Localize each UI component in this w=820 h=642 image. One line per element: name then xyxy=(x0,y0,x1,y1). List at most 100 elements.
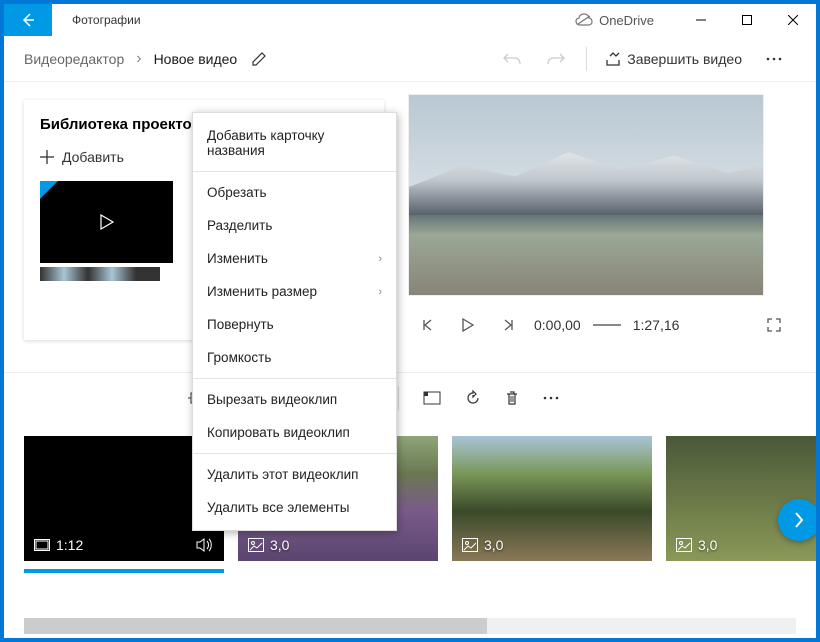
prev-frame-icon xyxy=(421,318,435,332)
menu-trim[interactable]: Обрезать xyxy=(193,176,396,209)
menu-volume[interactable]: Громкость xyxy=(193,341,396,374)
preview-section: 0:00,00 1:27,16 xyxy=(396,82,816,372)
menu-cut-clip[interactable]: Вырезать видеоклип xyxy=(193,383,396,416)
close-button[interactable] xyxy=(770,4,816,36)
time-current: 0:00,00 xyxy=(528,317,587,333)
play-icon xyxy=(100,214,114,230)
redo-icon xyxy=(546,51,566,67)
back-button[interactable] xyxy=(4,4,52,36)
export-icon xyxy=(605,51,621,67)
content-area: Библиотека проектов Добавить xyxy=(4,82,816,638)
chevron-right-icon: › xyxy=(378,286,382,298)
rotate-icon xyxy=(465,390,481,406)
aspect-button[interactable] xyxy=(413,385,451,411)
play-icon xyxy=(462,318,474,332)
menu-delete-all[interactable]: Удалить все элементы xyxy=(193,491,396,524)
next-frame-button[interactable] xyxy=(488,306,528,344)
more-button[interactable] xyxy=(752,39,796,79)
fullscreen-button[interactable] xyxy=(754,306,794,344)
finish-video-button[interactable]: Завершить видео xyxy=(595,51,752,67)
breadcrumb-current[interactable]: Новое видео xyxy=(154,51,238,67)
menu-resize[interactable]: Изменить размер› xyxy=(193,275,396,308)
close-icon xyxy=(788,15,798,25)
rotate-button[interactable] xyxy=(455,384,491,412)
clip-info: 3,0 xyxy=(248,537,289,553)
more-edit-button[interactable] xyxy=(533,390,569,406)
chevron-right-icon: › xyxy=(378,253,382,265)
chevron-right-icon: › xyxy=(136,50,141,68)
main-toolbar: Видеоредактор › Новое видео Завершить ви… xyxy=(4,36,816,82)
preview-frame[interactable] xyxy=(408,94,764,296)
more-icon xyxy=(766,57,782,61)
titlebar: Фотографии OneDrive xyxy=(4,4,816,36)
redo-button[interactable] xyxy=(534,39,578,79)
arrow-left-icon xyxy=(20,12,36,28)
separator xyxy=(398,386,399,410)
breadcrumb-root[interactable]: Видеоредактор xyxy=(24,51,124,67)
app-title: Фотографии xyxy=(52,13,141,27)
horizontal-scrollbar[interactable] xyxy=(24,618,796,634)
chevron-right-icon xyxy=(793,511,805,529)
upper-section: Библиотека проектов Добавить xyxy=(4,82,816,372)
menu-edit[interactable]: Изменить› xyxy=(193,242,396,275)
menu-add-title-card[interactable]: Добавить карточку названия xyxy=(193,119,396,167)
time-separator xyxy=(593,324,621,326)
image-icon xyxy=(462,538,478,552)
menu-separator xyxy=(193,378,396,379)
context-menu: Добавить карточку названия Обрезать Разд… xyxy=(192,112,397,531)
pencil-icon xyxy=(251,51,267,67)
maximize-icon xyxy=(742,15,752,25)
plus-icon xyxy=(40,150,54,164)
menu-copy-clip[interactable]: Копировать видеоклип xyxy=(193,416,396,449)
maximize-button[interactable] xyxy=(724,4,770,36)
timeline-clip[interactable]: 3,0 xyxy=(452,436,652,561)
time-total: 1:27,16 xyxy=(627,317,686,333)
next-frame-icon xyxy=(501,318,515,332)
play-button[interactable] xyxy=(448,306,488,344)
scrollbar-thumb[interactable] xyxy=(24,618,487,634)
clip-duration: 3,0 xyxy=(698,537,717,553)
menu-separator xyxy=(193,171,396,172)
menu-delete-clip[interactable]: Удалить этот видеоклип xyxy=(193,458,396,491)
minimize-button[interactable] xyxy=(678,4,724,36)
edit-toolbar: Текст Движение xyxy=(4,372,816,422)
prev-frame-button[interactable] xyxy=(408,306,448,344)
menu-split[interactable]: Разделить xyxy=(193,209,396,242)
clip-volume-button[interactable] xyxy=(196,537,214,553)
clip-info: 1:12 xyxy=(34,537,83,553)
separator xyxy=(586,47,587,71)
trash-icon xyxy=(505,390,519,406)
clip-duration: 3,0 xyxy=(484,537,503,553)
delete-button[interactable] xyxy=(495,384,529,412)
image-icon xyxy=(248,538,264,552)
clip-info: 3,0 xyxy=(462,537,503,553)
onedrive-label: OneDrive xyxy=(599,13,654,28)
timeline[interactable]: 1:12 3,0 3,0 xyxy=(4,422,816,618)
speaker-icon xyxy=(196,537,214,553)
menu-separator xyxy=(193,453,396,454)
selection-corner xyxy=(40,181,58,199)
scroll-right-button[interactable] xyxy=(778,499,816,541)
aspect-icon xyxy=(423,391,441,405)
menu-rotate[interactable]: Повернуть xyxy=(193,308,396,341)
add-label: Добавить xyxy=(62,149,124,165)
clip-info: 3,0 xyxy=(676,537,717,553)
minimize-icon xyxy=(696,15,706,25)
image-icon xyxy=(676,538,692,552)
library-thumbnail[interactable] xyxy=(40,181,173,263)
finish-label: Завершить видео xyxy=(627,51,742,67)
edit-title-button[interactable] xyxy=(251,51,267,67)
undo-icon xyxy=(502,51,522,67)
video-icon xyxy=(34,539,50,551)
clip-duration: 3,0 xyxy=(270,537,289,553)
thumbnail-strip xyxy=(40,267,160,281)
more-icon xyxy=(543,396,559,400)
fullscreen-icon xyxy=(766,317,782,333)
app-window: Фотографии OneDrive Видеоредактор › Ново… xyxy=(4,4,816,638)
window-controls xyxy=(678,4,816,36)
onedrive-status[interactable]: OneDrive xyxy=(575,13,678,28)
clip-duration: 1:12 xyxy=(56,537,83,553)
cloud-icon xyxy=(575,13,593,27)
undo-button[interactable] xyxy=(490,39,534,79)
preview-controls: 0:00,00 1:27,16 xyxy=(408,296,794,354)
